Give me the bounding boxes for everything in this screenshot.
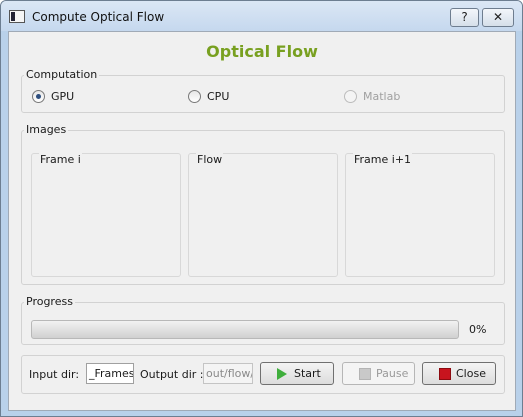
- stop-icon: [439, 368, 451, 380]
- dialog-body: Optical Flow Computation GPU CPU Matlab …: [8, 31, 516, 411]
- computation-group: Computation GPU CPU Matlab: [21, 68, 505, 113]
- pause-button-label: Pause: [376, 367, 409, 380]
- app-icon: [9, 10, 25, 23]
- progress-bar: [31, 320, 459, 339]
- play-icon: [277, 368, 287, 380]
- pause-button: Pause: [342, 362, 415, 385]
- cpu-radio-indicator[interactable]: [188, 90, 201, 103]
- title-bar[interactable]: Compute Optical Flow ? ✕: [1, 1, 522, 31]
- input-dir-field[interactable]: _Frames/: [86, 363, 134, 384]
- window-title: Compute Optical Flow: [32, 10, 165, 24]
- output-dir-label: Output dir :: [140, 368, 204, 381]
- close-button[interactable]: Close: [422, 362, 496, 385]
- main-window: Compute Optical Flow ? ✕ Optical Flow Co…: [0, 0, 523, 417]
- gpu-radio-label[interactable]: GPU: [51, 90, 74, 103]
- progress-group-title: Progress: [24, 295, 75, 308]
- help-button[interactable]: ?: [450, 8, 479, 27]
- frame-i-plus-1-panel: Frame i+1: [345, 153, 495, 277]
- frame-i-panel: Frame i: [31, 153, 181, 277]
- flow-panel: Flow: [188, 153, 338, 277]
- images-group: Images Frame i Flow Frame i+1: [21, 123, 505, 285]
- gpu-radio-indicator[interactable]: [32, 90, 45, 103]
- flow-title: Flow: [196, 153, 224, 166]
- computation-group-title: Computation: [24, 68, 100, 81]
- dialog-heading: Optical Flow: [206, 42, 318, 61]
- start-button-label: Start: [294, 367, 321, 380]
- matlab-radio-label: Matlab: [363, 90, 401, 103]
- matlab-radio-indicator: [344, 90, 357, 103]
- close-button-label: Close: [456, 367, 486, 380]
- start-button[interactable]: Start: [260, 362, 334, 385]
- window-close-button[interactable]: ✕: [482, 8, 514, 27]
- pause-icon: [359, 368, 371, 380]
- progress-group: Progress 0%: [21, 295, 505, 345]
- io-group: Input dir: _Frames/ Output dir : out/flo…: [21, 355, 505, 394]
- frame-i-plus-1-title: Frame i+1: [353, 153, 413, 166]
- output-dir-field: out/flow/: [203, 363, 253, 384]
- images-group-title: Images: [24, 123, 69, 136]
- input-dir-label: Input dir:: [29, 368, 80, 381]
- frame-i-title: Frame i: [39, 153, 82, 166]
- cpu-radio-label[interactable]: CPU: [207, 90, 229, 103]
- progress-percent: 0%: [469, 323, 487, 336]
